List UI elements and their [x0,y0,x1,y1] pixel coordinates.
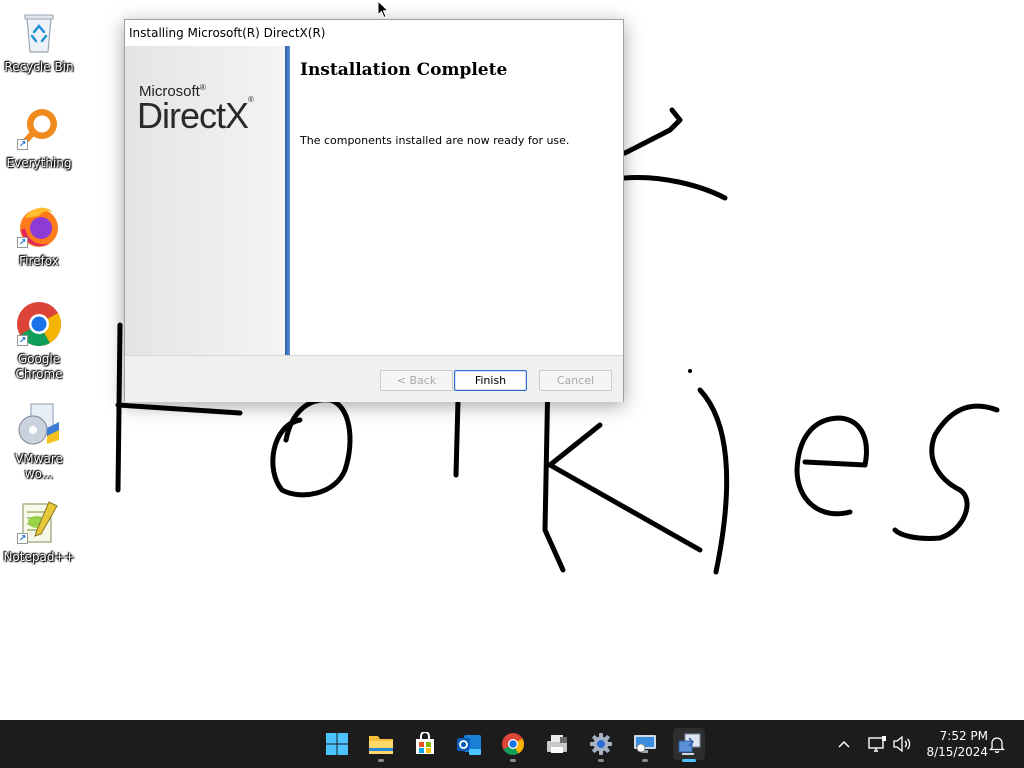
dialog-titlebar[interactable]: Installing Microsoft(R) DirectX(R) [125,20,623,46]
desktop-icon-label: Recycle Bin [4,60,74,74]
page-heading: Installation Complete [300,60,508,80]
chrome-icon [502,733,524,755]
outlook-icon [457,735,481,755]
dialog-content: Installation Complete The components ins… [290,46,623,355]
store-icon [416,732,434,754]
running-indicator [510,759,516,762]
desktop-icon-label: Notepad++ [3,550,75,564]
shortcut-arrow-icon: ↗ [17,533,28,544]
directx-setup-dialog[interactable]: Installing Microsoft(R) DirectX(R) Micro… [124,19,624,402]
finish-button[interactable]: Finish [454,370,527,391]
dialog-sidebar: Microsoft® DirectX® [125,46,285,355]
taskbar-microsoft-store[interactable] [409,728,441,760]
dialog-title: Installing Microsoft(R) DirectX(R) [129,26,326,40]
bell-icon [989,737,1005,753]
recycle-bin-icon [15,8,63,56]
taskbar-remote-desktop[interactable] [629,728,661,762]
taskbar-file-explorer[interactable] [365,728,397,762]
monitor-icon [634,735,656,753]
network-status[interactable] [864,720,890,768]
taskbar-clock[interactable]: 7:52 PM 8/15/2024 [918,728,988,760]
dialog-body: Microsoft® DirectX® Installation Complet… [125,46,623,355]
desktop-icon-notepadpp[interactable]: ↗ Notepad++ [0,498,78,565]
shortcut-arrow-icon: ↗ [17,335,28,346]
dialog-footer: < Back Finish Cancel [125,355,623,402]
chrome-icon: ↗ [15,300,63,348]
gear-icon [590,733,612,755]
taskbar: 7:52 PM 8/15/2024 [0,720,1024,768]
speaker-icon [893,736,911,752]
notepadpp-icon: ↗ [15,498,63,546]
network-icon [868,736,886,752]
desktop-icon-label: VMware wo... [15,452,63,481]
running-indicator [642,759,648,762]
desktop[interactable]: Recycle Bin ↗ Everything ↗ Firefox ↗ Goo… [0,0,1024,720]
taskbar-chrome[interactable] [497,728,529,762]
folder-icon [369,736,393,754]
completion-message: The components installed are now ready f… [300,134,570,147]
windows-start-icon [326,733,348,755]
desktop-icon-recycle-bin[interactable]: Recycle Bin [0,8,78,75]
clock-date: 8/15/2024 [926,745,988,759]
shortcut-arrow-icon: ↗ [17,139,28,150]
running-indicator [682,759,696,762]
firefox-icon: ↗ [15,202,63,250]
volume-control[interactable] [890,720,914,768]
vmware-workstation-icon [15,400,63,448]
desktop-icon-label: Firefox [19,254,59,268]
shortcut-arrow-icon: ↗ [17,237,28,248]
running-indicator [378,759,384,762]
desktop-icon-vmware[interactable]: VMware wo... [0,400,78,482]
clock-time: 7:52 PM [939,729,988,743]
cancel-button[interactable]: Cancel [539,370,612,391]
everything-search-icon: ↗ [15,104,63,152]
desktop-icon-chrome[interactable]: ↗ Google Chrome [0,300,78,382]
start-button[interactable] [321,728,353,760]
desktop-icon-everything[interactable]: ↗ Everything [0,104,78,171]
desktop-icon-label: Google Chrome [15,352,63,381]
desktop-icon-label: Everything [6,156,72,170]
show-hidden-icons-button[interactable] [832,720,856,768]
chevron-up-icon [838,740,850,748]
back-button[interactable]: < Back [380,370,453,391]
printer-icon [547,735,567,753]
running-indicator [598,759,604,762]
desktop-icon-firefox[interactable]: ↗ Firefox [0,202,78,269]
setup-icon [678,733,701,755]
taskbar-generic-app[interactable] [541,728,573,760]
mouse-cursor-icon [377,0,389,19]
notifications-button[interactable] [986,720,1008,768]
taskbar-settings[interactable] [585,728,617,762]
taskbar-directx-setup[interactable] [673,728,705,762]
directx-logo: DirectX® [137,95,254,136]
taskbar-outlook[interactable] [453,728,485,760]
